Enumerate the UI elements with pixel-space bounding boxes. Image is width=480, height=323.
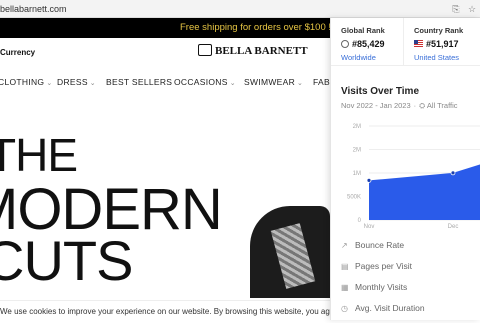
visits-range: Nov 2022 - Jan 2023 [341, 101, 411, 110]
nav-item-clothing[interactable]: CLOTHING ⌄ [0, 77, 53, 87]
nav-label: DRESS [57, 77, 88, 87]
country-rank-scope[interactable]: United States [414, 53, 459, 62]
nav-label: OCCASIONS [174, 77, 228, 87]
us-flag-icon [414, 40, 423, 47]
y-tick-label: 2M [353, 124, 361, 130]
nav-item-occasions[interactable]: OCCASIONS ⌄ [174, 77, 236, 87]
calendar-icon: ▦ [341, 283, 349, 292]
chevron-down-icon: ⌄ [89, 80, 96, 87]
metric-avg-visit-duration[interactable]: ◷ Avg. Visit Duration [341, 303, 480, 323]
country-rank-card[interactable]: Country Rank #51,917 United States [404, 18, 480, 66]
visits-title: Visits Over Time [341, 86, 420, 97]
metric-label: Pages per Visit [355, 261, 413, 271]
visits-chart: 0 500K 1M 2M 2M Nov Dec [347, 124, 480, 230]
clock-icon: ◷ [341, 304, 348, 313]
y-tick-label: 1M [353, 171, 361, 177]
globe-icon [341, 40, 349, 48]
url-text[interactable]: bellabarnett.com [0, 4, 67, 14]
hero-model-band [270, 223, 316, 289]
nav-item-best-sellers[interactable]: BEST SELLERS [106, 77, 172, 87]
global-rank-scope[interactable]: Worldwide [341, 53, 376, 62]
y-tick-label: 500K [347, 195, 361, 201]
country-rank-value: #51,917 [414, 39, 459, 49]
x-tick-label: Dec [448, 224, 459, 230]
cookie-notice: We use cookies to improve your experienc… [0, 300, 420, 320]
chevron-down-icon: ⌄ [46, 80, 53, 87]
traffic-icon: ⛭ [419, 101, 426, 110]
metric-pages-per-visit[interactable]: ▤ Pages per Visit [341, 261, 480, 281]
nav-label: SWIMWEAR [244, 77, 296, 87]
x-tick-label: Nov [364, 224, 375, 230]
country-rank-number: #51,917 [426, 39, 459, 49]
visits-point [450, 170, 456, 176]
logo-monogram-icon [198, 44, 212, 56]
chevron-down-icon: ⌄ [229, 80, 236, 87]
hero-model-image [250, 206, 330, 298]
rank-row: Global Rank #85,429 Worldwide Country Ra… [331, 18, 480, 66]
y-tick-label: 2M [353, 148, 361, 154]
y-axis-ticks: 0 500K 1M 2M 2M [347, 124, 362, 224]
bounce-rate-icon: ↗ [341, 241, 348, 250]
bookmark-star-icon[interactable]: ☆ [466, 3, 478, 15]
hero-banner[interactable]: THE MODERN CUTS [0, 96, 330, 298]
site-header: Currency BELLA BARNETT [0, 38, 330, 68]
country-rank-label: Country Rank [414, 26, 464, 35]
main-nav: CLOTHING ⌄ DRESS ⌄ BEST SELLERS OCCASIONS ⌄… [0, 72, 330, 94]
translate-icon[interactable]: ⎘ [450, 3, 462, 15]
nav-item-swimwear[interactable]: SWIMWEAR ⌄ [244, 77, 303, 87]
global-rank-value: #85,429 [341, 39, 385, 49]
nav-label: BEST SELLERS [106, 77, 173, 87]
metric-label: Bounce Rate [355, 240, 405, 250]
pages-icon: ▤ [341, 262, 349, 271]
nav-label: FAB [313, 77, 330, 87]
nav-item-fab[interactable]: FAB [313, 77, 330, 87]
metric-label: Monthly Visits [355, 282, 408, 292]
y-tick-label: 0 [358, 218, 362, 224]
hero-line-1: THE [0, 129, 78, 181]
global-rank-number: #85,429 [352, 39, 385, 49]
visits-point [366, 178, 372, 183]
metric-label: Avg. Visit Duration [355, 303, 425, 313]
browser-address-bar[interactable]: bellabarnett.com ⎘ ☆ [0, 0, 480, 18]
similarweb-panel: Global Rank #85,429 Worldwide Country Ra… [330, 18, 480, 320]
chevron-down-icon: ⌄ [297, 80, 304, 87]
visits-area [369, 164, 480, 220]
global-rank-label: Global Rank [341, 26, 385, 35]
currency-selector[interactable]: Currency [0, 48, 35, 57]
global-rank-card[interactable]: Global Rank #85,429 Worldwide [331, 18, 403, 66]
promo-text: Free shipping for orders over $100 ! [180, 22, 332, 33]
nav-label: CLOTHING [0, 77, 45, 87]
logo-text: BELLA BARNETT [215, 45, 308, 57]
visits-filter[interactable]: All Traffic [427, 101, 458, 110]
nav-item-dress[interactable]: DRESS ⌄ [57, 77, 96, 87]
metric-monthly-visits[interactable]: ▦ Monthly Visits [341, 282, 480, 302]
hero-line-3: CUTS [0, 229, 133, 292]
x-axis-ticks: Nov Dec [364, 224, 459, 230]
visits-subtitle: Nov 2022 - Jan 2023 · ⛭ All Traffic [341, 101, 458, 110]
site-logo[interactable]: BELLA BARNETT [198, 44, 308, 57]
metric-bounce-rate[interactable]: ↗ Bounce Rate [341, 240, 480, 260]
